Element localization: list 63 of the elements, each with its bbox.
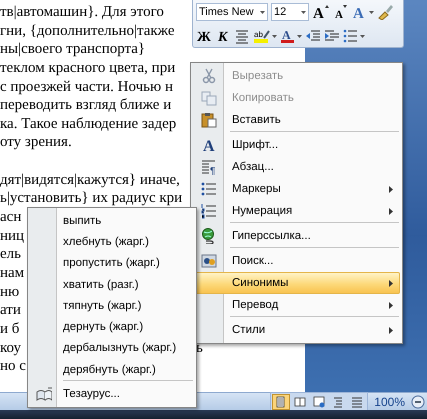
- menu-item[interactable]: хлебнуть (жарг.): [30, 231, 194, 253]
- bold-icon[interactable]: Ж: [196, 28, 213, 44]
- menu-item[interactable]: тяпнуть (жарг.): [30, 295, 194, 316]
- menu-item[interactable]: пропустить (жарг.): [30, 252, 194, 274]
- menu-item[interactable]: Тезаурус...: [30, 383, 194, 405]
- bullet-list-icon: [201, 181, 217, 197]
- document-text: ати: [0, 301, 21, 320]
- outline-view-icon: [332, 396, 344, 408]
- menu-item[interactable]: хватить (разг.): [30, 274, 194, 296]
- document-text: с проезжей части. Ночью н: [0, 78, 173, 96]
- document-text: теклом красного цвета, при: [0, 58, 176, 78]
- menu-item[interactable]: Поиск...: [193, 250, 400, 272]
- draft-view-icon: [351, 396, 364, 408]
- font-name-field[interactable]: Times New: [196, 3, 268, 21]
- menu-item[interactable]: Маркеры: [193, 178, 400, 200]
- document-text: ны|своего транспорта}: [0, 40, 146, 59]
- document-text: ь|установить} их радиус кри: [0, 189, 182, 208]
- menu-item[interactable]: Стили: [193, 319, 400, 341]
- zoom-level[interactable]: 100%: [374, 394, 405, 408]
- document-text: тв|автомашин}. Для этого: [0, 3, 164, 22]
- document-text: асн: [0, 208, 22, 227]
- document-text: нам: [0, 264, 24, 283]
- italic-icon[interactable]: К: [216, 28, 231, 44]
- scissors-icon: [201, 68, 217, 84]
- align-center-icon[interactable]: [234, 28, 250, 44]
- font-size-field[interactable]: 12: [271, 3, 309, 21]
- book-icon: [36, 386, 52, 402]
- document-text: ель: [0, 245, 21, 264]
- page-view-icon: [275, 396, 288, 408]
- document-text: коу: [0, 338, 21, 358]
- document-text: ка. Такое наблюдение задер: [0, 114, 176, 134]
- caret-icon: [301, 10, 306, 14]
- document-text: переводить взгляд ближе и: [0, 96, 172, 115]
- document-text: оту зрения.: [0, 133, 72, 152]
- bullet-list-icon[interactable]: [343, 28, 365, 44]
- font-icon: A: [201, 137, 217, 153]
- document-text: дят|видятся|кажутся} иначе,: [0, 170, 180, 190]
- submenu-arrow-icon: [389, 326, 393, 334]
- view-button[interactable]: [272, 394, 290, 410]
- globe-link-icon: [201, 228, 217, 244]
- book-view-icon: [294, 396, 306, 408]
- menu-item[interactable]: дербалызнуть (жарг.): [30, 338, 194, 360]
- brush-icon[interactable]: [377, 4, 393, 20]
- document-text: гни, {дополнительно|также: [0, 22, 174, 40]
- menu-item[interactable]: выпить: [30, 210, 194, 232]
- caret-icon: [260, 10, 265, 14]
- submenu-arrow-icon: [389, 302, 393, 308]
- submenu-arrow-icon: [389, 280, 393, 286]
- menu-item[interactable]: ¶ Абзац...: [193, 156, 400, 178]
- document-text: ниц: [0, 226, 24, 246]
- document-text: и б: [0, 320, 20, 339]
- numbered-list-icon: [201, 203, 217, 219]
- document-text: ню: [0, 282, 20, 302]
- web-view-icon: [313, 396, 326, 408]
- document-text: но с: [0, 357, 26, 376]
- menu-item[interactable]: A Шрифт...: [193, 134, 400, 156]
- clipboard-icon: [201, 112, 217, 128]
- submenu-arrow-icon: [389, 186, 393, 192]
- zoom-out-icon: [411, 394, 425, 408]
- document-text: ь: [196, 338, 203, 358]
- menu-item[interactable]: дернуть (жарг.): [30, 316, 194, 338]
- submenu-arrow-icon: [389, 208, 393, 214]
- copy-icon: [201, 90, 217, 106]
